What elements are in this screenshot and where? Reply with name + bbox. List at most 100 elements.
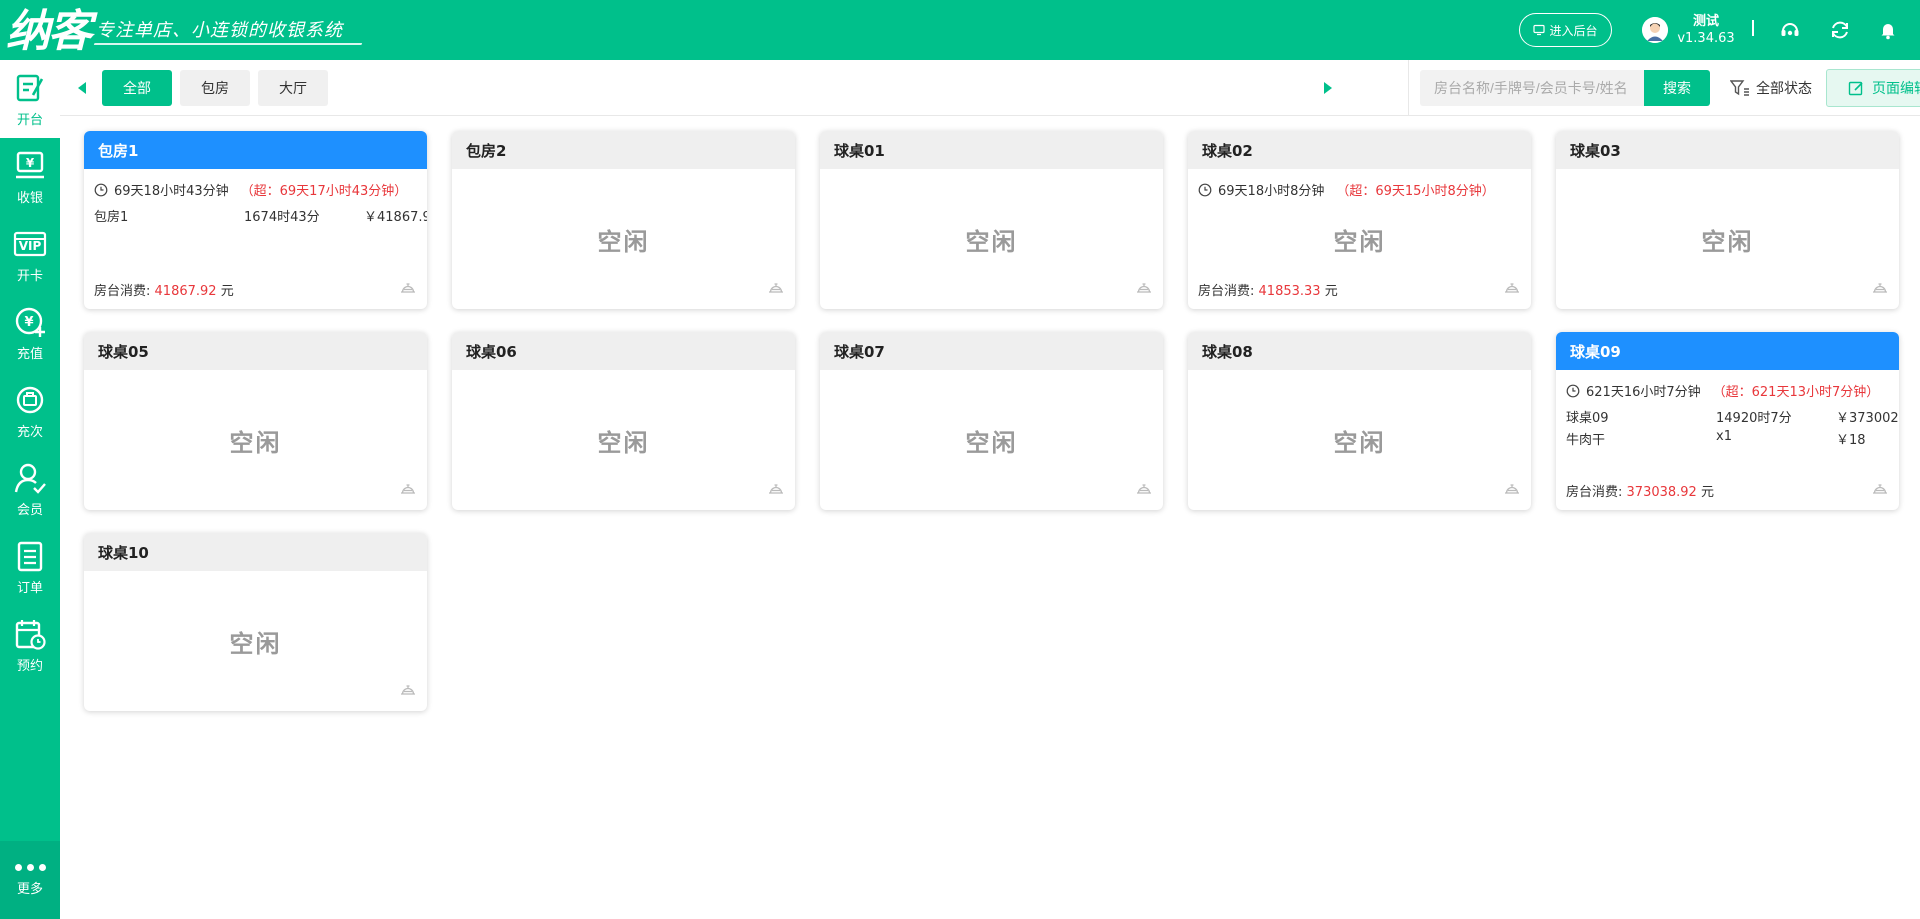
- overtime-text: （超：69天17小时43分钟）: [240, 184, 408, 199]
- sidebar-item-member[interactable]: 会员: [0, 450, 60, 528]
- sidebar-item-order[interactable]: 订单: [0, 528, 60, 606]
- search-button[interactable]: 搜索: [1644, 70, 1710, 106]
- tab-all[interactable]: 全部: [102, 70, 172, 106]
- sidebar: 开台 ¥ 收银 VIP 开卡 ¥ 充值 充次 会员 订单 预约 更多: [0, 60, 60, 919]
- table-card[interactable]: 球桌06 空闲: [452, 332, 795, 510]
- svg-text:VIP: VIP: [19, 239, 42, 253]
- order-icon: [17, 541, 43, 571]
- consumption-label: 房台消费:: [1198, 284, 1255, 299]
- sidebar-item-label: 预约: [16, 658, 43, 674]
- table-card[interactable]: 球桌05 空闲: [84, 332, 427, 510]
- sidebar-item-open-table[interactable]: 开台: [0, 60, 60, 138]
- header-divider: [1752, 20, 1754, 36]
- member-icon: [14, 463, 46, 494]
- filter-icon: [1730, 80, 1749, 96]
- consumption-item: 包房1 1674时43分 ￥41867.9: [94, 206, 427, 226]
- top-header: 纳客 专注单店、小连锁的收银系统 进入后台 测试 v1.34.63: [0, 0, 1920, 60]
- sidebar-item-reservation[interactable]: 预约: [0, 606, 60, 684]
- vip-card-icon: VIP: [13, 231, 47, 256]
- scroll-left-arrow-icon[interactable]: [74, 79, 90, 97]
- sidebar-item-open-card[interactable]: VIP 开卡: [0, 216, 60, 294]
- table-consumption: 房台消费: 41853.33 元: [1198, 280, 1338, 299]
- app-version: v1.34.63: [1677, 31, 1735, 46]
- consumption-item: 球桌09 14920时7分 ￥373002.: [1566, 407, 1899, 427]
- table-card[interactable]: 球桌10 空闲: [84, 533, 427, 711]
- customer-service-icon[interactable]: [1778, 18, 1802, 42]
- sidebar-item-label: 开卡: [16, 268, 43, 284]
- sidebar-more-button[interactable]: 更多: [0, 841, 60, 919]
- table-name: 球桌07: [820, 332, 1163, 370]
- consumption-amount: 373038.92: [1626, 485, 1697, 500]
- table-name: 球桌05: [84, 332, 427, 370]
- edit-icon: [1848, 81, 1863, 96]
- more-dots-icon: [14, 863, 46, 871]
- elapsed-time: 69天18小时8分钟: [1218, 184, 1325, 199]
- table-name: 球桌02: [1188, 131, 1531, 169]
- table-card[interactable]: 球桌07 空闲: [820, 332, 1163, 510]
- table-name: 球桌09: [1556, 332, 1899, 370]
- clock-icon: [94, 183, 108, 196]
- consumption-unit: 元: [220, 284, 234, 299]
- consumption-label: 房台消费:: [1566, 485, 1623, 500]
- table-card[interactable]: 包房1 69天18小时43分钟 （超：69天17小时43分钟） 包房1 1674…: [84, 131, 427, 309]
- scroll-right-arrow-icon[interactable]: [1320, 79, 1336, 97]
- enter-backend-button[interactable]: 进入后台: [1519, 13, 1612, 47]
- sidebar-item-label: 收银: [16, 190, 43, 206]
- table-timer: 621天16小时7分钟 （超：621天13小时7分钟）: [1566, 381, 1879, 400]
- table-card[interactable]: 球桌02 空闲 69天18小时8分钟 （超：69天15小时8分钟） 房台消费: …: [1188, 131, 1531, 309]
- avatar[interactable]: [1642, 17, 1668, 43]
- tab-hall[interactable]: 大厅: [258, 70, 328, 106]
- table-name: 包房2: [452, 131, 795, 169]
- service-bell-icon: [1505, 283, 1519, 293]
- page-edit-button[interactable]: 页面编辑: [1826, 69, 1920, 107]
- idle-status: 空闲: [1701, 227, 1754, 256]
- reservation-icon: [15, 619, 46, 650]
- enter-backend-label: 进入后台: [1549, 23, 1598, 38]
- sidebar-item-cashier[interactable]: ¥ 收银: [0, 138, 60, 216]
- elapsed-time: 621天16小时7分钟: [1586, 385, 1701, 400]
- sidebar-item-recharge[interactable]: ¥ 充值: [0, 294, 60, 372]
- user-avatar-icon: [1642, 17, 1668, 43]
- sync-icon[interactable]: [1828, 18, 1852, 42]
- table-timer: 69天18小时43分钟 （超：69天17小时43分钟）: [94, 180, 407, 199]
- service-bell-icon: [401, 685, 415, 695]
- table-card[interactable]: 球桌03 空闲: [1556, 131, 1899, 309]
- sidebar-item-label: 订单: [16, 580, 43, 596]
- sidebar-item-recharge-count[interactable]: 充次: [0, 372, 60, 450]
- svg-text:¥: ¥: [24, 315, 33, 330]
- table-card[interactable]: 包房2 空闲: [452, 131, 795, 309]
- status-filter-label: 全部状态: [1756, 81, 1812, 97]
- idle-status: 空闲: [597, 227, 650, 256]
- table-name: 球桌10: [84, 533, 427, 571]
- item-quantity: 14920时7分: [1716, 411, 1792, 426]
- overtime-text: （超：621天13小时7分钟）: [1712, 385, 1880, 400]
- svg-text:¥: ¥: [26, 156, 35, 170]
- table-name: 球桌03: [1556, 131, 1899, 169]
- page-edit-label: 页面编辑: [1872, 81, 1920, 97]
- status-filter[interactable]: 全部状态: [1730, 78, 1812, 98]
- open-table-icon: [16, 74, 44, 101]
- service-bell-icon: [1873, 283, 1887, 293]
- consumption-item: 牛肉干 x1 ￥18: [1566, 429, 1899, 449]
- item-name: 牛肉干: [1566, 433, 1606, 448]
- service-bell-icon: [1873, 484, 1887, 494]
- service-bell-icon: [1137, 283, 1151, 293]
- cashier-icon: ¥: [16, 151, 44, 178]
- search-input[interactable]: [1420, 70, 1644, 106]
- logo-slogan: 专注单店、小连锁的收银系统: [96, 20, 343, 41]
- tab-private-room[interactable]: 包房: [180, 70, 250, 106]
- table-card[interactable]: 球桌09 621天16小时7分钟 （超：621天13小时7分钟） 球桌09 14…: [1556, 332, 1899, 510]
- sidebar-item-label: 开台: [16, 112, 43, 128]
- consumption-unit: 元: [1700, 485, 1714, 500]
- table-card[interactable]: 球桌01 空闲: [820, 131, 1163, 309]
- service-bell-icon: [401, 283, 415, 293]
- notification-bell-icon[interactable]: [1876, 18, 1900, 42]
- toolbar-divider: [1408, 60, 1409, 116]
- table-card[interactable]: 球桌08 空闲: [1188, 332, 1531, 510]
- item-quantity: x1: [1716, 429, 1732, 444]
- table-consumption: 房台消费: 41867.92 元: [94, 280, 234, 299]
- overtime-text: （超：69天15小时8分钟）: [1336, 184, 1495, 199]
- consumption-unit: 元: [1324, 284, 1338, 299]
- table-name: 球桌08: [1188, 332, 1531, 370]
- idle-status: 空闲: [965, 428, 1018, 457]
